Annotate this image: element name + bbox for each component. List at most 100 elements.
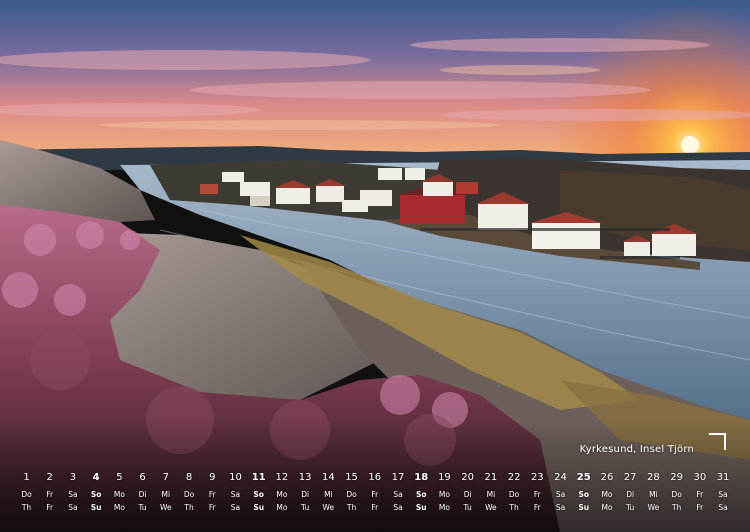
weekday-english: Su: [415, 503, 427, 512]
calendar-day: 29 Do Th: [665, 472, 688, 516]
calendar-day: 30 Fr Fr: [688, 472, 711, 516]
day-number: 27: [623, 472, 637, 483]
day-number: 12: [275, 472, 289, 483]
calendar-day: 12 Mo Mo: [270, 472, 293, 516]
calendar-day: 31 Sa Sa: [712, 472, 735, 516]
weekday-german: Sa: [555, 490, 566, 499]
weekday-english: Fr: [208, 503, 216, 512]
day-number: 18: [414, 472, 429, 483]
weekday-english: We: [160, 503, 172, 512]
weekday-english: Mo: [601, 503, 613, 512]
weekday-english: Su: [253, 503, 265, 512]
day-number: 25: [576, 472, 591, 483]
calendar-day: 7 Mi We: [154, 472, 177, 516]
weekday-german: So: [90, 490, 102, 499]
weekday-english: Th: [21, 503, 32, 512]
day-number: 1: [23, 472, 30, 483]
calendar-day: 8 Do Th: [178, 472, 201, 516]
day-number: 2: [46, 472, 53, 483]
day-number: 28: [647, 472, 660, 483]
day-number: 4: [92, 472, 100, 483]
calendar-day: 9 Fr Fr: [201, 472, 224, 516]
weekday-german: Sa: [718, 490, 728, 499]
calendar-days: 1 Do Th 2 Fr Fr 3 Sa Sa 4 So Su 5 Mo Mo 6 Di Tu 7 Mi We 8 Do Th…: [15, 472, 735, 516]
weekday-english: Mo: [438, 503, 450, 512]
calendar-day: 4 So Su: [85, 472, 108, 516]
weekday-english: Tu: [626, 503, 635, 512]
weekday-english: Sa: [393, 503, 403, 512]
weekday-english: We: [485, 503, 497, 512]
day-number: 6: [139, 472, 146, 483]
calendar-day: 24 Sa Sa: [549, 472, 572, 516]
weekday-english: Sa: [718, 503, 728, 512]
weekday-german: Fr: [371, 490, 379, 499]
day-number: 20: [461, 472, 475, 483]
weekday-english: Th: [346, 503, 357, 512]
calendar-page: Kyrkesund, Insel Tjörn 1 Do Th 2 Fr Fr 3 Sa Sa 4 S…: [0, 0, 750, 532]
weekday-german: Mo: [113, 490, 125, 499]
weekday-german: Mi: [649, 490, 658, 499]
weekday-german: Mo: [438, 490, 450, 499]
day-number: 7: [162, 472, 169, 483]
weekday-german: Di: [626, 490, 635, 499]
calendar-day: 5 Mo Mo: [108, 472, 131, 516]
weekday-english: Fr: [371, 503, 379, 512]
weekday-german: Mi: [161, 490, 171, 499]
weekday-german: Mi: [324, 490, 333, 499]
calendar-day: 14 Mi We: [317, 472, 340, 516]
weekday-english: We: [647, 503, 660, 512]
day-number: 3: [69, 472, 77, 483]
day-number: 26: [600, 472, 614, 483]
day-number: 11: [251, 472, 266, 483]
weekday-english: Tu: [463, 503, 472, 512]
calendar-day: 6 Di Tu: [131, 472, 154, 516]
weekday-english: Fr: [696, 503, 704, 512]
weekday-german: So: [578, 490, 590, 499]
weekday-english: Sa: [68, 503, 78, 512]
weekday-german: Do: [508, 490, 520, 499]
day-number: 21: [484, 472, 498, 483]
weekday-german: Mo: [601, 490, 613, 499]
calendar-day: 20 Di Tu: [456, 472, 479, 516]
calendar-day: 16 Fr Fr: [363, 472, 386, 516]
weekday-english: Th: [671, 503, 682, 512]
weekday-english: Th: [509, 503, 519, 512]
weekday-german: Mi: [486, 490, 496, 499]
calendar-day: 25 So Su: [572, 472, 595, 516]
weekday-english: We: [322, 503, 335, 512]
day-number: 10: [229, 472, 242, 483]
weekday-german: So: [253, 490, 264, 499]
weekday-english: Sa: [230, 503, 241, 512]
photo-caption: Kyrkesund, Insel Tjörn: [579, 444, 694, 455]
weekday-german: Sa: [68, 490, 78, 499]
calendar-day: 1 Do Th: [15, 472, 38, 516]
day-number: 22: [507, 472, 521, 483]
calendar-day: 13 Di Tu: [294, 472, 317, 516]
calendar-day: 17 Sa Sa: [387, 472, 410, 516]
weekday-english: Fr: [46, 503, 54, 512]
weekday-german: Di: [138, 490, 147, 499]
day-number: 19: [438, 472, 451, 483]
calendar-day: 11 So Su: [247, 472, 270, 516]
weekday-english: Su: [578, 503, 590, 512]
corner-mark-icon: [709, 433, 726, 450]
day-number: 13: [298, 472, 312, 483]
calendar-day: 18 So Su: [410, 472, 433, 516]
day-number: 8: [185, 472, 193, 483]
calendar-day: 19 Mo Mo: [433, 472, 456, 516]
weekday-english: Su: [90, 503, 102, 512]
weekday-german: Do: [183, 490, 195, 499]
day-number: 17: [391, 472, 405, 483]
day-number: 15: [345, 472, 358, 483]
weekday-german: Do: [21, 490, 32, 499]
calendar-day: 3 Sa Sa: [61, 472, 84, 516]
weekday-german: Fr: [696, 490, 704, 499]
day-number: 23: [530, 472, 544, 483]
calendar-day: 21 Mi We: [479, 472, 502, 516]
weekday-english: Mo: [113, 503, 125, 512]
weekday-english: Th: [184, 503, 194, 512]
calendar-day: 26 Mo Mo: [595, 472, 618, 516]
day-number: 24: [554, 472, 567, 483]
weekday-german: Di: [463, 490, 472, 499]
day-number: 9: [209, 472, 216, 483]
